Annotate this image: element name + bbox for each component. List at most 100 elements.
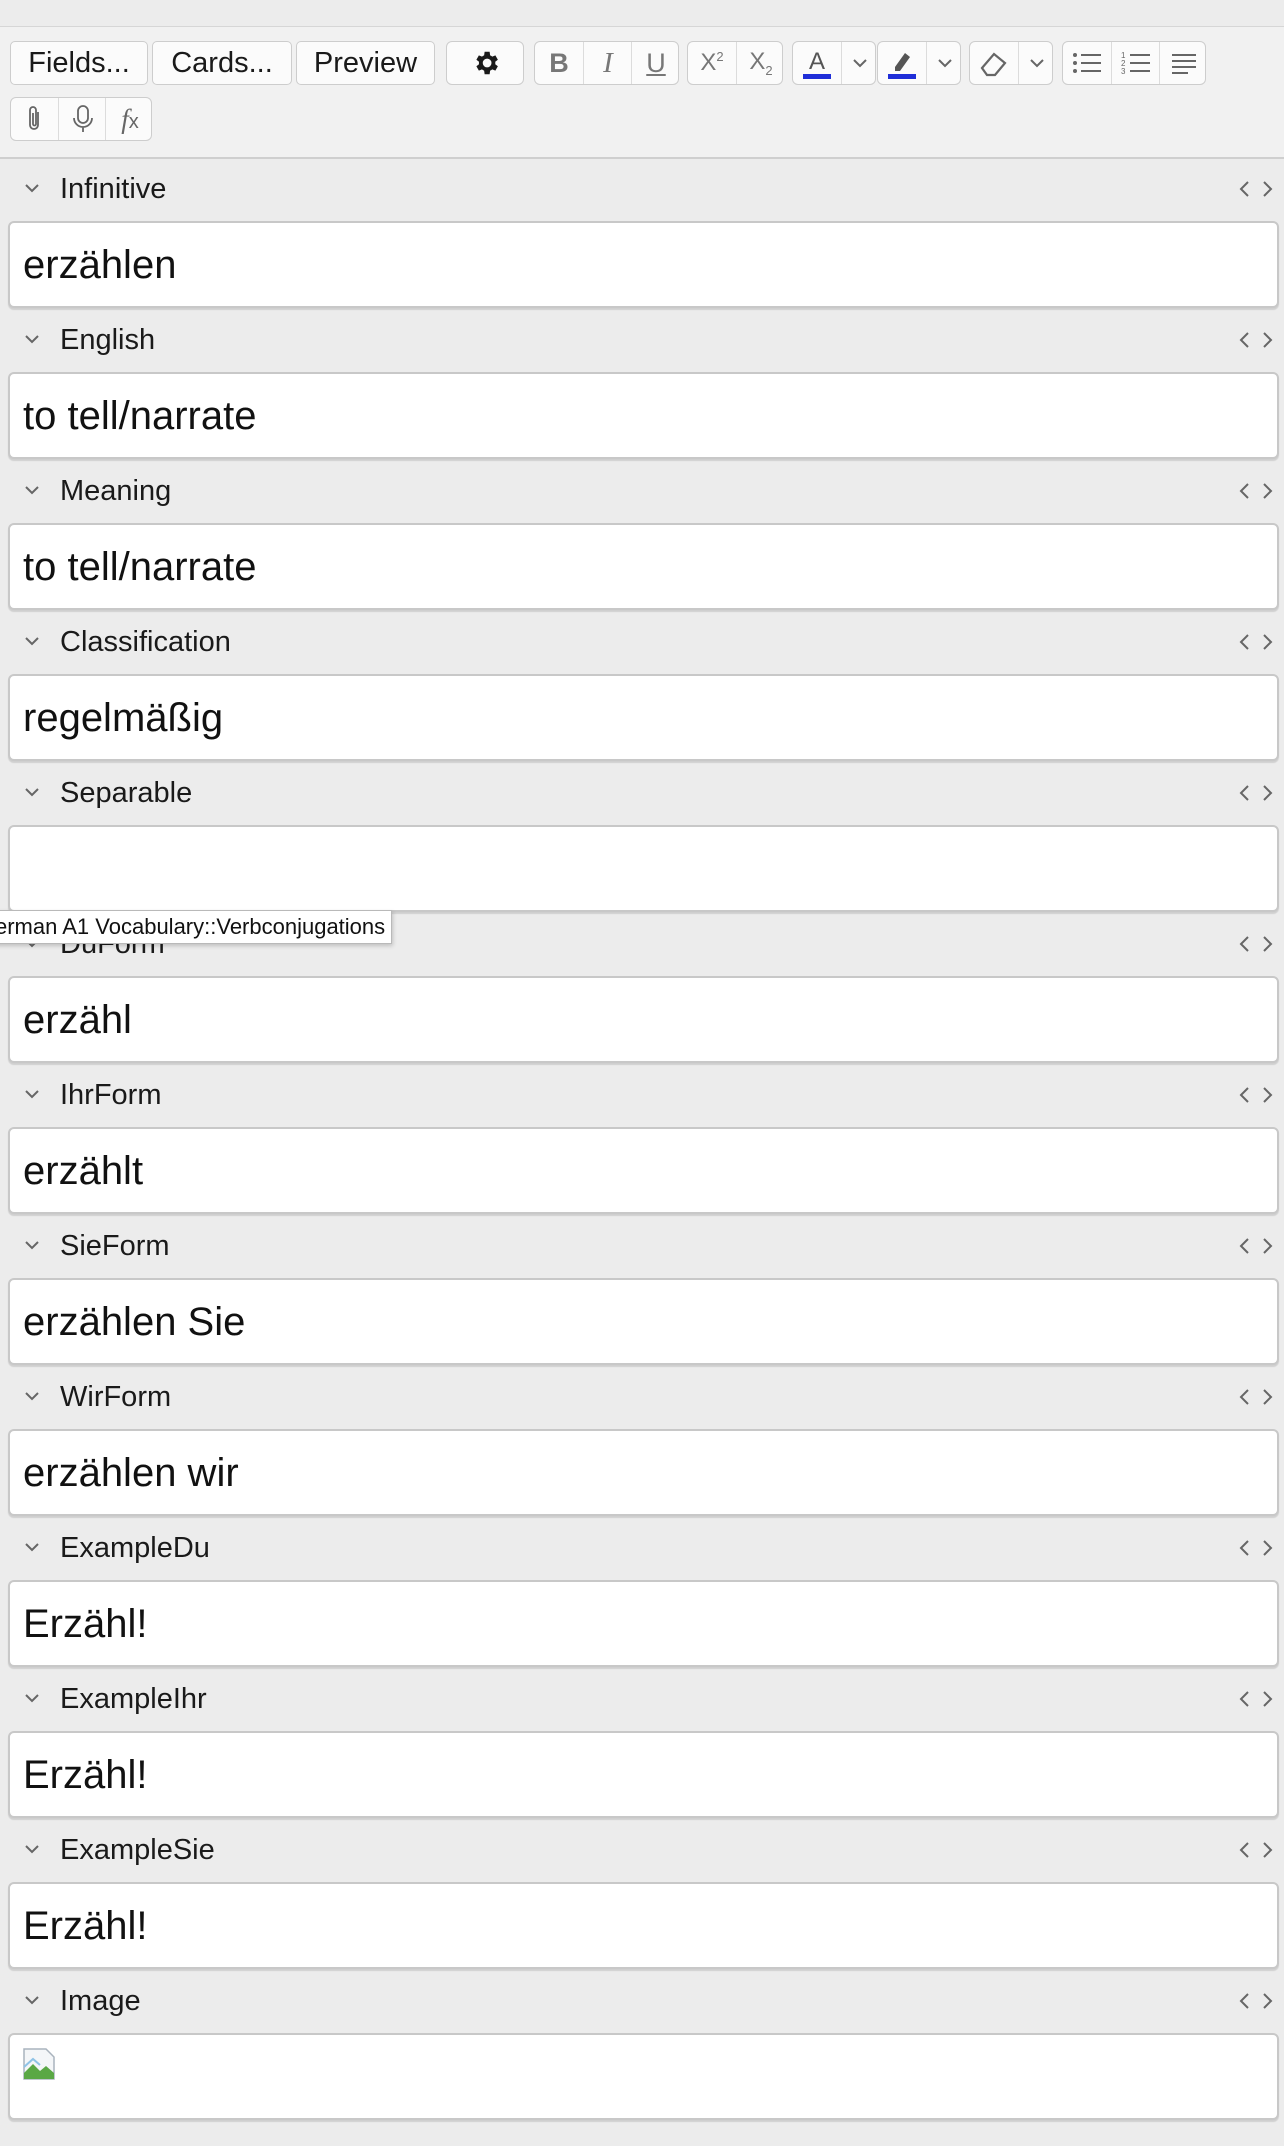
field-examplesie: ExampleSie Erzähl! [0, 1819, 1284, 1970]
field-editor[interactable]: erzählen Sie [8, 1278, 1279, 1365]
bullet-list-icon[interactable] [1063, 42, 1111, 84]
bold-icon[interactable]: B [535, 42, 583, 84]
field-label-row: English [0, 309, 1284, 371]
field-label: SieForm [60, 1230, 170, 1262]
italic-icon[interactable]: I [583, 42, 632, 84]
formula-icon[interactable]: fx [105, 98, 151, 140]
collapse-chevron-icon[interactable] [22, 1537, 42, 1557]
chevron-down-icon[interactable] [1018, 42, 1052, 84]
media-group: fx [10, 97, 152, 141]
microphone-icon[interactable] [58, 98, 106, 140]
field-label-row: Classification [0, 611, 1284, 673]
list-group: 123 [1062, 41, 1206, 85]
eraser-icon[interactable] [970, 42, 1018, 84]
field-label: Separable [60, 777, 193, 809]
html-editor-toggle-icon[interactable] [1238, 1237, 1274, 1255]
svg-text:3: 3 [1121, 67, 1126, 76]
cards-button[interactable]: Cards... [152, 41, 292, 85]
collapse-chevron-icon[interactable] [22, 1084, 42, 1104]
field-editor[interactable]: erzählen wir [8, 1429, 1279, 1516]
field-label-row: ExampleSie [0, 1819, 1284, 1881]
field-label-row: Meaning [0, 460, 1284, 522]
align-icon[interactable] [1159, 42, 1205, 84]
field-label-row: Separable [0, 762, 1284, 824]
field-exampleihr: ExampleIhr Erzähl! [0, 1668, 1284, 1819]
field-label-row: IhrForm [0, 1064, 1284, 1126]
collapse-chevron-icon[interactable] [22, 1990, 42, 2010]
deck-tooltip: erman A1 Vocabulary::Verbconjugations [0, 910, 393, 944]
collapse-chevron-icon[interactable] [22, 1235, 42, 1255]
highlight-icon[interactable] [878, 42, 926, 84]
html-editor-toggle-icon[interactable] [1238, 784, 1274, 802]
html-editor-toggle-icon[interactable] [1238, 1841, 1274, 1859]
field-label: IhrForm [60, 1079, 162, 1111]
chevron-down-icon[interactable] [926, 42, 960, 84]
collapse-chevron-icon[interactable] [22, 178, 42, 198]
field-label: ExampleIhr [60, 1683, 207, 1715]
field-separable: Separable [0, 762, 1284, 913]
field-label: English [60, 324, 156, 356]
html-editor-toggle-icon[interactable] [1238, 1539, 1274, 1557]
html-editor-toggle-icon[interactable] [1238, 1086, 1274, 1104]
field-value: erzählen Sie [23, 1300, 246, 1344]
field-value: erzählen [23, 243, 177, 287]
html-editor-toggle-icon[interactable] [1238, 180, 1274, 198]
field-editor[interactable]: erzähl [8, 976, 1279, 1063]
collapse-chevron-icon[interactable] [22, 782, 42, 802]
collapse-chevron-icon[interactable] [22, 631, 42, 651]
fields-button[interactable]: Fields... [10, 41, 148, 85]
superscript-icon[interactable]: X2 [688, 42, 736, 84]
html-editor-toggle-icon[interactable] [1238, 482, 1274, 500]
field-label: Infinitive [60, 173, 167, 205]
chevron-down-icon[interactable] [841, 42, 875, 84]
field-editor[interactable] [8, 825, 1279, 912]
field-label-row: SieForm [0, 1215, 1284, 1277]
field-value: to tell/narrate [23, 394, 257, 438]
field-value: to tell/narrate [23, 545, 257, 589]
collapse-chevron-icon[interactable] [22, 480, 42, 500]
field-meaning: Meaning to tell/narrate [0, 460, 1284, 611]
html-editor-toggle-icon[interactable] [1238, 1992, 1274, 2010]
field-editor[interactable]: erzählt [8, 1127, 1279, 1214]
field-editor[interactable]: Erzähl! [8, 1731, 1279, 1818]
field-label: Classification [60, 626, 231, 658]
html-editor-toggle-icon[interactable] [1238, 1690, 1274, 1708]
collapse-chevron-icon[interactable] [22, 1839, 42, 1859]
field-editor[interactable]: Erzähl! [8, 1882, 1279, 1969]
subscript-icon[interactable]: X2 [736, 42, 782, 84]
field-label: ExampleSie [60, 1834, 215, 1866]
collapse-chevron-icon[interactable] [22, 329, 42, 349]
field-classification: Classification regelmäßig [0, 611, 1284, 762]
field-value: Erzähl! [23, 1904, 148, 1948]
attachment-icon[interactable] [11, 98, 58, 140]
html-editor-toggle-icon[interactable] [1238, 1388, 1274, 1406]
field-exampledu: ExampleDu Erzähl! [0, 1517, 1284, 1668]
field-editor[interactable] [8, 2033, 1279, 2120]
field-value: Erzähl! [23, 1753, 148, 1797]
preview-button[interactable]: Preview [296, 41, 435, 85]
collapse-chevron-icon[interactable] [22, 1688, 42, 1708]
gear-icon [447, 42, 523, 84]
underline-icon[interactable]: U [631, 42, 678, 84]
html-editor-toggle-icon[interactable] [1238, 331, 1274, 349]
field-editor[interactable]: erzählen [8, 221, 1279, 308]
html-editor-toggle-icon[interactable] [1238, 935, 1274, 953]
editor-toolbar: Fields... Cards... Preview B I U X2 X2 A [0, 27, 1284, 159]
broken-image-icon [23, 2048, 55, 2080]
numbered-list-icon[interactable]: 123 [1111, 42, 1160, 84]
field-label: WirForm [60, 1381, 172, 1413]
field-editor[interactable]: to tell/narrate [8, 523, 1279, 610]
settings-button[interactable] [446, 41, 524, 85]
field-label-row: ExampleIhr [0, 1668, 1284, 1730]
field-editor[interactable]: to tell/narrate [8, 372, 1279, 459]
eraser-group [969, 41, 1053, 85]
field-editor[interactable]: Erzähl! [8, 1580, 1279, 1667]
field-editor[interactable]: regelmäßig [8, 674, 1279, 761]
field-infinitive: Infinitive erzählen [0, 158, 1284, 309]
field-label-row: WirForm [0, 1366, 1284, 1428]
collapse-chevron-icon[interactable] [22, 1386, 42, 1406]
field-sieform: SieForm erzählen Sie [0, 1215, 1284, 1366]
field-label-row: Infinitive [0, 158, 1284, 220]
text-color-icon[interactable]: A [793, 42, 841, 84]
html-editor-toggle-icon[interactable] [1238, 633, 1274, 651]
